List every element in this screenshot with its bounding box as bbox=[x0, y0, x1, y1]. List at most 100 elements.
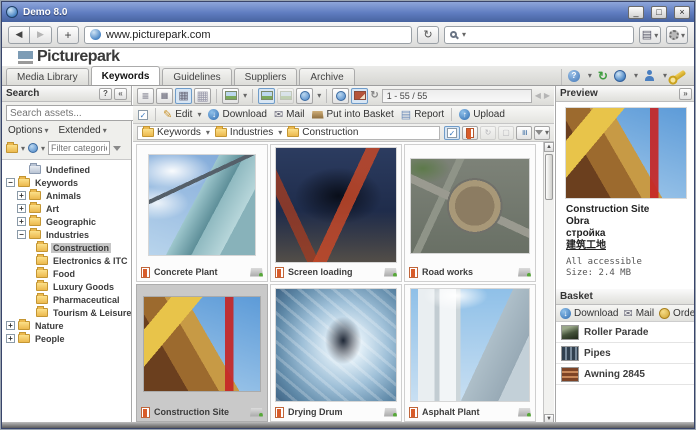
web-view-button[interactable] bbox=[296, 88, 313, 104]
add-to-basket-icon[interactable] bbox=[384, 408, 397, 417]
collapse-preview-button[interactable] bbox=[679, 88, 692, 100]
prev-page-icon[interactable]: ◀ bbox=[535, 91, 541, 100]
statistics-button[interactable] bbox=[516, 126, 532, 140]
category-scope-button[interactable] bbox=[28, 143, 45, 154]
asset-tile-concrete-plant[interactable]: Concrete Plant bbox=[136, 144, 268, 282]
breadcrumb-keywords[interactable]: Keywords bbox=[142, 127, 210, 138]
expand-toggle[interactable]: + bbox=[17, 217, 26, 226]
scroll-up-icon[interactable] bbox=[544, 142, 554, 152]
address-bar[interactable]: www.picturepark.com bbox=[84, 26, 412, 44]
breadcrumb-industries[interactable]: Industries bbox=[215, 127, 282, 138]
forward-button[interactable] bbox=[30, 26, 52, 44]
asset-thumbnail[interactable] bbox=[276, 148, 396, 262]
expand-toggle[interactable]: + bbox=[17, 204, 26, 213]
page-range[interactable]: 1 - 55 / 55 bbox=[382, 89, 532, 103]
tree-item-geographic[interactable]: +Geographic bbox=[17, 215, 131, 228]
new-tab-button[interactable] bbox=[57, 26, 79, 44]
tab-suppliers[interactable]: Suppliers bbox=[234, 68, 298, 85]
reload-button[interactable] bbox=[417, 26, 439, 44]
scrollbar-thumb[interactable] bbox=[545, 154, 553, 200]
refresh-icon[interactable] bbox=[598, 69, 608, 83]
asset-tile-drying-drum[interactable]: Drying Drum bbox=[270, 284, 402, 422]
collapse-sidebar-button[interactable] bbox=[114, 88, 127, 100]
asset-thumbnail[interactable] bbox=[411, 159, 529, 253]
image-preview-toggle[interactable] bbox=[258, 88, 275, 104]
search-assets-input[interactable] bbox=[6, 105, 146, 121]
tree-item-art[interactable]: +Art bbox=[17, 202, 131, 215]
add-to-basket-icon[interactable] bbox=[384, 268, 397, 277]
preview-translation-zh[interactable]: 建筑工地 bbox=[566, 240, 686, 252]
edit-button[interactable]: Edit bbox=[163, 108, 201, 121]
expand-toggle[interactable]: + bbox=[6, 334, 15, 343]
basket-item-pipes[interactable]: Pipes bbox=[556, 343, 695, 364]
tree-item-people[interactable]: +People bbox=[6, 332, 131, 345]
search-engine-caret[interactable] bbox=[460, 29, 466, 40]
expand-toggle[interactable]: + bbox=[17, 191, 26, 200]
asset-thumbnail[interactable] bbox=[411, 289, 529, 401]
maximize-button[interactable] bbox=[651, 6, 667, 19]
filter-icon[interactable] bbox=[113, 146, 121, 151]
tree-item-food[interactable]: Food bbox=[36, 267, 131, 280]
folder-view-button[interactable] bbox=[6, 143, 25, 154]
asset-tile-road-works[interactable]: Road works bbox=[404, 144, 536, 282]
refresh-results-icon[interactable] bbox=[370, 90, 378, 101]
download-button[interactable]: Download bbox=[208, 109, 266, 120]
copy-button[interactable]: ▢ bbox=[498, 126, 514, 140]
asset-tile-asphalt-plant[interactable]: Asphalt Plant bbox=[404, 284, 536, 422]
tab-keywords[interactable]: Keywords bbox=[91, 66, 161, 85]
page-menu-button[interactable] bbox=[639, 26, 661, 44]
help-icon[interactable] bbox=[568, 70, 580, 82]
basket-order-button[interactable]: Order bbox=[659, 308, 695, 319]
tools-menu-button[interactable] bbox=[666, 26, 688, 44]
basket-download-button[interactable]: Download bbox=[560, 308, 618, 319]
add-to-basket-icon[interactable] bbox=[250, 408, 263, 417]
list-view-button[interactable] bbox=[137, 88, 154, 104]
search-help-button[interactable] bbox=[99, 88, 112, 100]
back-button[interactable] bbox=[8, 26, 30, 44]
upload-button[interactable]: Upload bbox=[459, 109, 505, 120]
asset-thumbnail[interactable] bbox=[144, 297, 260, 391]
tab-archive[interactable]: Archive bbox=[299, 68, 354, 85]
video-preview-toggle[interactable] bbox=[277, 88, 294, 104]
select-view-button[interactable] bbox=[444, 126, 460, 140]
select-all-button[interactable] bbox=[138, 110, 148, 120]
small-thumbs-button[interactable] bbox=[156, 88, 173, 104]
add-to-basket-icon[interactable] bbox=[518, 268, 531, 277]
asset-thumbnail[interactable] bbox=[149, 155, 255, 255]
tree-item-tourism[interactable]: Tourism & Leisure bbox=[36, 306, 131, 319]
basket-mail-button[interactable]: Mail bbox=[623, 307, 654, 320]
options-menu[interactable]: Options bbox=[8, 125, 48, 136]
tree-item-luxury-goods[interactable]: Luxury Goods bbox=[36, 280, 131, 293]
tab-guidelines[interactable]: Guidelines bbox=[162, 68, 231, 85]
close-button[interactable] bbox=[674, 6, 690, 19]
tree-item-industries[interactable]: −Industries bbox=[17, 228, 131, 241]
next-page-icon[interactable]: ▶ bbox=[544, 91, 550, 100]
grid-scrollbar[interactable] bbox=[543, 142, 554, 424]
add-to-basket-icon[interactable] bbox=[518, 408, 531, 417]
export-doc-button[interactable] bbox=[462, 126, 478, 140]
tree-item-nature[interactable]: +Nature bbox=[6, 319, 131, 332]
report-button[interactable]: Report bbox=[401, 108, 444, 121]
tree-item-construction[interactable]: Construction bbox=[36, 241, 131, 254]
tree-item-keywords[interactable]: −Keywords bbox=[6, 176, 131, 189]
extended-menu[interactable]: Extended bbox=[58, 125, 106, 136]
minimize-button[interactable] bbox=[628, 6, 644, 19]
asset-tile-screen-loading[interactable]: Screen loading bbox=[270, 144, 402, 282]
basket-item-roller-parade[interactable]: Roller Parade bbox=[556, 322, 695, 343]
tree-item-pharmaceutical[interactable]: Pharmaceutical bbox=[36, 293, 131, 306]
presentation-button[interactable] bbox=[351, 88, 368, 104]
tree-item-animals[interactable]: +Animals bbox=[17, 189, 131, 202]
expand-toggle[interactable]: + bbox=[6, 321, 15, 330]
filter-categories-input[interactable] bbox=[48, 141, 110, 155]
asset-thumbnail[interactable] bbox=[276, 289, 396, 401]
breadcrumb-construction[interactable]: Construction bbox=[287, 127, 358, 138]
logout-key-icon[interactable] bbox=[673, 70, 687, 82]
collapse-toggle[interactable]: − bbox=[17, 230, 26, 239]
put-into-basket-button[interactable]: Put into Basket bbox=[312, 109, 394, 120]
collapse-toggle[interactable]: − bbox=[6, 178, 15, 187]
asset-tile-construction-site[interactable]: Construction Site bbox=[136, 284, 268, 422]
slideshow-menu-button[interactable] bbox=[222, 88, 239, 104]
sphere-view-button[interactable] bbox=[332, 88, 349, 104]
sort-filter-button[interactable] bbox=[534, 126, 550, 140]
medium-thumbs-button[interactable] bbox=[175, 88, 192, 104]
